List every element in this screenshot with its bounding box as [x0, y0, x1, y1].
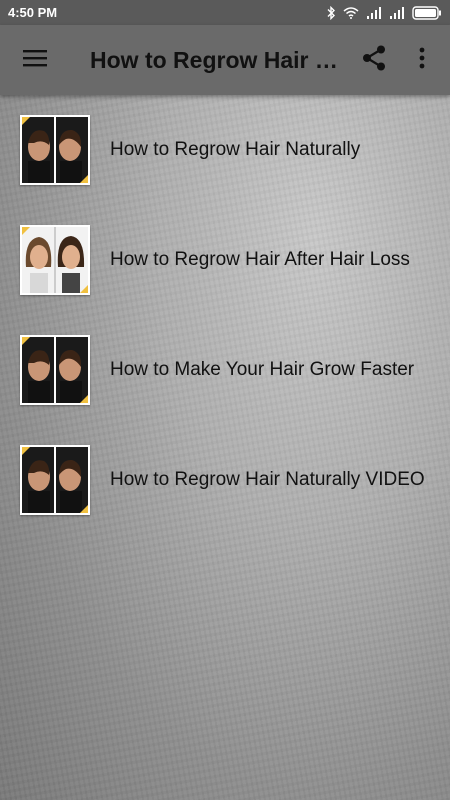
- status-time: 4:50 PM: [8, 5, 58, 20]
- bluetooth-icon: [326, 5, 336, 20]
- list-item[interactable]: How to Make Your Hair Grow Faster: [0, 315, 450, 425]
- hamburger-menu-icon: [23, 49, 47, 72]
- list-item-thumbnail: [20, 115, 90, 185]
- signal-icon-2: [389, 6, 405, 19]
- hair-before-after-image: [22, 227, 88, 293]
- app-bar: How to Regrow Hair Naturally: [0, 25, 450, 95]
- hair-before-after-image: [22, 337, 88, 403]
- more-vert-icon: [419, 47, 425, 74]
- content-area: How to Regrow Hair Naturally How to Regr…: [0, 95, 450, 800]
- wifi-icon: [343, 6, 359, 19]
- battery-icon: [412, 5, 442, 20]
- more-options-button[interactable]: [402, 25, 442, 95]
- menu-button[interactable]: [0, 25, 70, 95]
- signal-icon-1: [366, 6, 382, 19]
- hair-before-after-image: [22, 447, 88, 513]
- hair-before-after-image: [22, 117, 88, 183]
- list-item[interactable]: How to Regrow Hair After Hair Loss: [0, 205, 450, 315]
- share-icon: [362, 45, 386, 76]
- list-item-label: How to Regrow Hair Naturally VIDEO: [110, 469, 425, 490]
- list-item-label: How to Regrow Hair Naturally: [110, 139, 361, 160]
- status-bar: 4:50 PM: [0, 0, 450, 25]
- list-item[interactable]: How to Regrow Hair Naturally VIDEO: [0, 425, 450, 535]
- list-item-thumbnail: [20, 335, 90, 405]
- list-item-thumbnail: [20, 445, 90, 515]
- list-item-thumbnail: [20, 225, 90, 295]
- list-item[interactable]: How to Regrow Hair Naturally: [0, 95, 450, 205]
- status-icons: [326, 5, 442, 20]
- share-button[interactable]: [350, 25, 398, 95]
- app-title: How to Regrow Hair Naturally: [90, 46, 340, 73]
- list-item-label: How to Regrow Hair After Hair Loss: [110, 249, 410, 270]
- list-item-label: How to Make Your Hair Grow Faster: [110, 359, 415, 380]
